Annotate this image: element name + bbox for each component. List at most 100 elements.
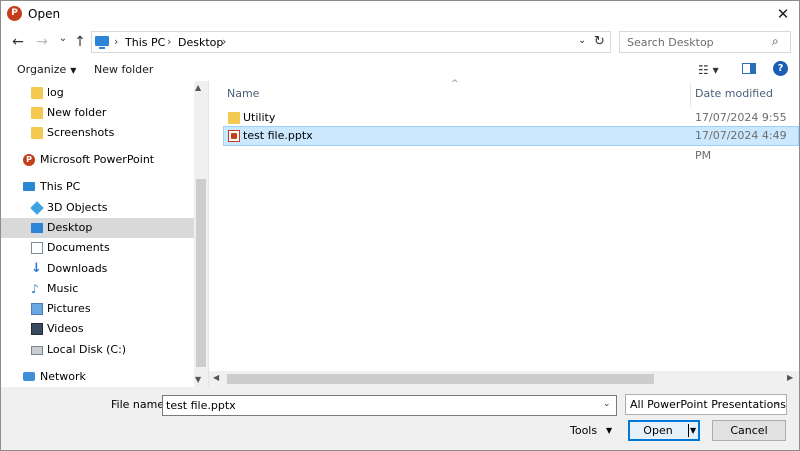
nav-item-3d-objects[interactable]: 3D Objects: [1, 198, 194, 218]
nav-item-log[interactable]: log: [1, 83, 194, 103]
nav-item-label: 3D Objects: [47, 201, 108, 214]
scroll-right-icon[interactable]: ▶: [787, 373, 793, 382]
open-dialog: P Open ✕ ← → ⌄ ↑ › This PC › Desktop › ⌄…: [0, 0, 800, 451]
breadcrumb-separator-icon[interactable]: ›: [167, 35, 171, 48]
nav-item-desktop[interactable]: Desktop: [1, 218, 194, 238]
powerpoint-app-icon: P: [7, 6, 22, 21]
filter-dropdown-icon[interactable]: ⌄: [774, 398, 782, 408]
nav-item-label: New folder: [47, 106, 107, 119]
back-arrow-icon[interactable]: ←: [10, 32, 26, 52]
nav-item-new-folder[interactable]: New folder: [1, 103, 194, 123]
refresh-icon[interactable]: ↻: [594, 34, 605, 49]
open-button-label: Open: [643, 424, 673, 437]
scroll-down-icon[interactable]: ▼: [195, 375, 201, 384]
breadcrumb-separator-icon[interactable]: ›: [222, 35, 226, 48]
close-icon[interactable]: ✕: [769, 2, 797, 26]
breadcrumb-separator-icon[interactable]: ›: [114, 35, 118, 48]
desktop-icon: [31, 223, 43, 233]
file-row-test-file-pptx[interactable]: test file.pptx 17/07/2024 4:49 PM: [223, 126, 799, 162]
file-row-utility[interactable]: Utility 17/07/2024 9:55 AM: [223, 108, 799, 144]
nav-item-label: Music: [47, 282, 79, 295]
tools-button[interactable]: Tools: [570, 424, 597, 437]
nav-item-network[interactable]: Network: [1, 367, 194, 387]
breadcrumb-this-pc[interactable]: This PC: [125, 36, 165, 49]
nav-item-documents[interactable]: Documents: [1, 238, 194, 258]
nav-item-music[interactable]: ♪ Music: [1, 279, 194, 299]
nav-item-this-pc[interactable]: This PC: [1, 177, 194, 197]
nav-item-label: This PC: [40, 180, 81, 193]
change-view-icon[interactable]: ☷ ▾: [698, 63, 719, 77]
preview-pane-icon[interactable]: [742, 63, 756, 74]
open-options-caret-icon[interactable]: ▼: [690, 422, 696, 439]
address-bar[interactable]: › This PC › Desktop › ⌄ ↻: [91, 31, 611, 53]
organize-label: Organize: [17, 63, 67, 76]
address-dropdown-icon[interactable]: ⌄: [578, 35, 586, 46]
pane-splitter[interactable]: [208, 81, 209, 387]
this-pc-icon: [95, 36, 109, 49]
folder-icon: [31, 107, 43, 119]
nav-item-label: Network: [40, 370, 86, 383]
downloads-icon: ↓: [31, 261, 42, 276]
folder-icon: [31, 87, 43, 99]
search-input[interactable]: Search Desktop ⌕: [619, 31, 791, 53]
nav-item-label: Pictures: [47, 302, 91, 315]
nav-item-label: Desktop: [47, 221, 93, 234]
column-divider[interactable]: [690, 83, 691, 107]
videos-icon: [31, 323, 43, 335]
cancel-button[interactable]: Cancel: [712, 420, 786, 441]
nav-item-local-disk[interactable]: Local Disk (C:): [1, 340, 194, 360]
local-disk-icon: [31, 346, 43, 355]
column-header-name[interactable]: Name: [227, 87, 259, 100]
split-divider: [688, 424, 689, 437]
help-icon[interactable]: ?: [773, 61, 788, 76]
new-folder-button[interactable]: New folder: [94, 63, 153, 76]
nav-item-label: Microsoft PowerPoint: [40, 153, 155, 166]
recent-locations-chevron-icon[interactable]: ⌄: [55, 29, 71, 49]
file-name-label: File name:: [111, 398, 168, 411]
file-name: test file.pptx: [243, 129, 313, 142]
caret-down-icon: ▼: [70, 66, 77, 75]
file-name-dropdown-icon[interactable]: ⌄: [603, 399, 611, 409]
folder-icon: [31, 127, 43, 139]
tools-caret-down-icon[interactable]: ▼: [606, 426, 612, 435]
nav-item-label: log: [47, 86, 64, 99]
forward-arrow-icon[interactable]: →: [34, 32, 50, 52]
breadcrumb-desktop[interactable]: Desktop: [178, 36, 223, 49]
file-type-filter-select[interactable]: All PowerPoint Presentations (*: [625, 394, 787, 415]
nav-item-microsoft-powerpoint[interactable]: P Microsoft PowerPoint: [1, 150, 194, 170]
nav-item-downloads[interactable]: ↓ Downloads: [1, 259, 194, 279]
column-header-date-modified[interactable]: Date modified: [695, 87, 773, 100]
powerpoint-icon: P: [23, 154, 35, 166]
nav-item-label: Documents: [47, 241, 110, 254]
nav-item-pictures[interactable]: Pictures: [1, 299, 194, 319]
nav-item-label: Screenshots: [47, 126, 115, 139]
scroll-left-icon[interactable]: ◀: [213, 373, 219, 382]
file-name: Utility: [243, 111, 276, 124]
nav-item-label: Downloads: [47, 262, 108, 275]
pictures-icon: [31, 303, 43, 315]
open-button[interactable]: Open ▼: [628, 420, 700, 441]
navigation-pane: log New folder Screenshots P Microsoft P…: [1, 81, 208, 387]
search-placeholder: Search Desktop: [627, 36, 714, 49]
window-title: Open: [28, 7, 61, 21]
3d-objects-icon: [30, 201, 44, 215]
search-icon[interactable]: ⌕: [772, 34, 779, 49]
title-bar: P Open ✕: [1, 1, 799, 27]
nav-item-videos[interactable]: Videos: [1, 319, 194, 339]
folder-icon: [228, 112, 240, 124]
music-icon: ♪: [31, 282, 39, 296]
file-name-input[interactable]: [162, 395, 617, 416]
nav-pane-scroll-thumb[interactable]: [196, 179, 206, 367]
sort-ascending-icon: ^: [451, 79, 459, 89]
this-pc-icon: [23, 182, 35, 191]
file-date: 17/07/2024 4:49 PM: [695, 129, 787, 162]
horizontal-scroll-thumb[interactable]: [227, 374, 654, 384]
documents-icon: [31, 242, 43, 254]
scroll-up-icon[interactable]: ▲: [195, 83, 201, 92]
organize-button[interactable]: Organize ▼: [17, 63, 76, 76]
pptx-file-icon: [228, 130, 240, 142]
nav-item-label: Local Disk (C:): [47, 343, 127, 356]
nav-item-screenshots[interactable]: Screenshots: [1, 123, 194, 143]
up-arrow-icon[interactable]: ↑: [72, 32, 88, 52]
nav-item-label: Videos: [47, 322, 84, 335]
